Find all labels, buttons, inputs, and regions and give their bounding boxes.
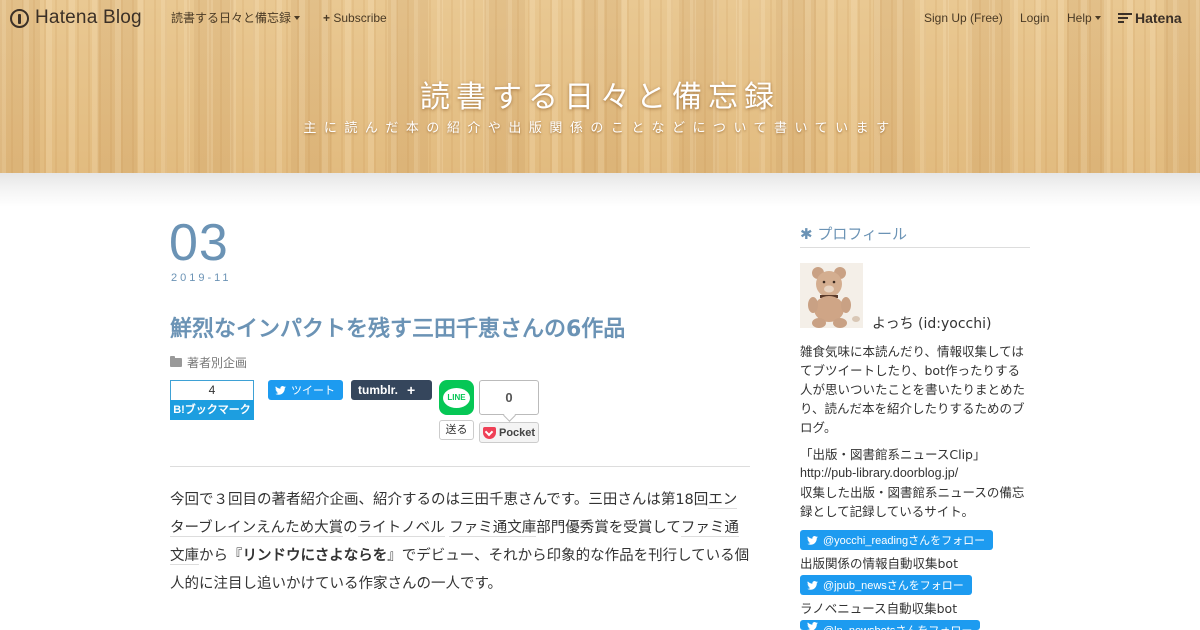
help-label: Help (1067, 11, 1092, 25)
category-label: 著者別企画 (187, 356, 248, 370)
entry-title[interactable]: 鮮烈なインパクトを残す三田千恵さんの6作品 (170, 311, 625, 343)
twitter-bird-icon (807, 580, 818, 590)
plus-icon: + (407, 382, 416, 398)
hatena-blog-logo-text: Hatena Blog (35, 7, 142, 28)
pocket-label: Pocket (499, 426, 536, 439)
hatena-blog-logo-icon (10, 8, 29, 28)
tweet-label: ツイート (291, 384, 335, 397)
clip-site-url[interactable]: http://pub-library.doorblog.jp/ (800, 464, 1030, 483)
entry-body: 今回で３回目の著者紹介企画、紹介するのは三田千恵さんです。三田さんは第18回エン… (170, 486, 750, 598)
profile-section-title: ✱ プロフィール (800, 223, 1030, 248)
tweet-button[interactable]: ツイート (268, 380, 343, 400)
clip-site-description: 収集した出版・図書館系ニュースの備忘録として記録しているサイト。 (800, 485, 1025, 519)
line-share-button[interactable]: LINE (439, 380, 474, 415)
global-header: Hatena Blog 読書する日々と備忘録 + Subscribe Sign … (0, 0, 1200, 36)
pocket-button[interactable]: Pocket (479, 422, 539, 443)
hatena-bookmark-label[interactable]: B!ブックマーク (170, 400, 254, 420)
body-text: から『 (199, 548, 243, 564)
twitter-bird-icon (807, 622, 818, 630)
keyword-link[interactable]: ライトノベル (357, 520, 445, 537)
follow-label: @jpub_newsさんをフォロー (823, 580, 964, 592)
clip-site-title: 「出版・図書館系ニュースClip」 (800, 447, 986, 462)
entry-date-day[interactable]: 03 (169, 213, 229, 273)
teddy-bear-avatar-image (800, 263, 863, 328)
blog-title[interactable]: 読書する日々と備忘録 (0, 72, 1200, 116)
twitter-bird-icon (275, 385, 286, 395)
bot-label: ラノベニュース自動収集bot (800, 601, 958, 616)
avatar[interactable] (800, 263, 863, 328)
follow-button-jpub-news[interactable]: @jpub_newsさんをフォロー (800, 575, 972, 595)
follow-label: @yocchi_readingさんをフォロー (823, 535, 986, 547)
line-send-button[interactable]: 送る (439, 420, 474, 440)
pocket-icon (483, 426, 496, 439)
blog-menu-label: 読書する日々と備忘録 (171, 11, 292, 25)
pocket-count[interactable]: 0 (479, 380, 539, 415)
hatena-logo-text: Hatena (1135, 10, 1182, 26)
profile-section-label: プロフィール (817, 225, 908, 243)
follow-label: @ln_newsbotsさんをフォロー (823, 622, 972, 630)
tumblr-label: tumblr. (358, 383, 399, 397)
blog-header: Hatena Blog 読書する日々と備忘録 + Subscribe Sign … (0, 0, 1200, 173)
hatena-logo-icon (1118, 13, 1132, 23)
hatena-bookmark-button[interactable]: 4 B!ブックマーク (170, 380, 254, 420)
help-dropdown[interactable]: Help (1067, 11, 1101, 25)
plus-icon: + (323, 11, 331, 25)
profile-bio: 雑食気味に本読んだり、情報収集してはてブツイートしたり、bot作ったりする人が思… (800, 344, 1026, 435)
login-link[interactable]: Login (1020, 11, 1049, 25)
entry-date-year-month[interactable]: 2019-11 (171, 272, 232, 284)
hatena-blog-logo[interactable]: Hatena Blog (10, 7, 142, 29)
line-icon: LINE (443, 387, 470, 408)
tumblr-share-button[interactable]: tumblr. + (351, 380, 432, 400)
follow-button-ln-newsbots[interactable]: @ln_newsbotsさんをフォロー (800, 620, 981, 630)
blog-description: 主に読んだ本の紹介や出版関係のことなどについて書いています (303, 121, 897, 136)
profile-name[interactable]: よっち (id:yocchi) (872, 313, 991, 333)
book-title: リンドウにさよならを (242, 548, 388, 564)
caret-down-icon (1094, 16, 1101, 20)
asterisk-icon: ✱ (800, 225, 813, 243)
twitter-bird-icon (807, 535, 818, 545)
hatena-logo[interactable]: Hatena (1118, 10, 1182, 26)
header-shadow (0, 173, 1200, 207)
follow-button-yocchi-reading[interactable]: @yocchi_readingさんをフォロー (800, 530, 994, 550)
bot-label: 出版関係の情報自動収集bot (800, 556, 958, 571)
entry-category[interactable]: 著者別企画 (170, 354, 247, 371)
caret-down-icon (294, 16, 301, 20)
folder-icon (170, 356, 182, 367)
signup-link[interactable]: Sign Up (Free) (924, 11, 1003, 25)
body-text: 今回で３回目の著者紹介企画、紹介するのは三田千恵さんです。三田さんは第18回 (170, 492, 709, 508)
blog-menu-dropdown[interactable]: 読書する日々と備忘録 (171, 11, 301, 25)
subscribe-label: Subscribe (333, 11, 387, 25)
keyword-link[interactable]: ファミ通文庫 (449, 520, 537, 537)
body-text: 部門優秀賞を受賞して (536, 520, 681, 536)
body-text: の (343, 520, 358, 536)
entry-divider (170, 466, 750, 467)
hatena-bookmark-count[interactable]: 4 (170, 380, 254, 400)
subscribe-button[interactable]: + Subscribe (323, 11, 387, 25)
